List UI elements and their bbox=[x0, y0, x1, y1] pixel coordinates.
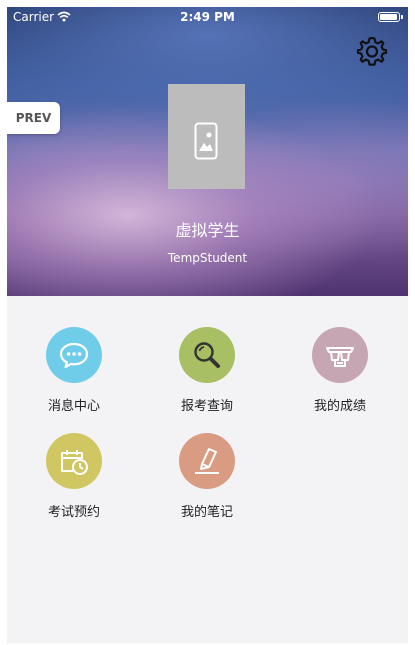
pen-note-icon bbox=[195, 448, 219, 474]
my-notes-icon-circle bbox=[179, 433, 235, 489]
menu-item-label: 考试预约 bbox=[47, 505, 100, 520]
menu-item-exam-booking[interactable]: 考试预约 bbox=[14, 433, 134, 523]
chat-bubble-icon bbox=[59, 342, 89, 369]
menu-item-messages[interactable]: 消息中心 bbox=[14, 327, 134, 417]
menu-item-label: 我的笔记 bbox=[180, 505, 233, 520]
menu-item-label: 消息中心 bbox=[47, 399, 100, 414]
settings-gear-icon[interactable] bbox=[356, 35, 388, 67]
app-screen: Carrier 2:49 PM PREV 虚拟学生 TempStudent 消息… bbox=[7, 7, 408, 643]
exam-query-icon-circle bbox=[179, 327, 235, 383]
menu-item-my-scores[interactable]: 我的成绩 bbox=[280, 327, 400, 417]
menu-item-label: 报考查询 bbox=[180, 399, 233, 414]
menu-item-exam-query[interactable]: 报考查询 bbox=[147, 327, 267, 417]
prev-button[interactable]: PREV bbox=[7, 102, 60, 134]
student-name: 虚拟学生 bbox=[175, 221, 240, 240]
status-time: 2:49 PM bbox=[180, 10, 235, 24]
student-username: TempStudent bbox=[167, 251, 248, 265]
battery-icon bbox=[378, 12, 403, 22]
exam-booking-icon-circle bbox=[46, 433, 102, 489]
status-bar: Carrier 2:49 PM bbox=[7, 7, 408, 27]
trophy-icon bbox=[326, 347, 354, 367]
messages-icon-circle bbox=[46, 327, 102, 383]
magnifier-icon bbox=[194, 342, 220, 368]
profile-header: Carrier 2:49 PM PREV 虚拟学生 TempStudent bbox=[7, 7, 408, 296]
menu-item-label: 我的成绩 bbox=[313, 399, 366, 414]
menu-item-my-notes[interactable]: 我的笔记 bbox=[147, 433, 267, 523]
my-scores-icon-circle bbox=[312, 327, 368, 383]
image-placeholder-icon bbox=[194, 122, 218, 160]
calendar-clock-icon bbox=[61, 450, 88, 475]
battery-fill bbox=[380, 14, 397, 20]
avatar[interactable] bbox=[168, 84, 245, 189]
